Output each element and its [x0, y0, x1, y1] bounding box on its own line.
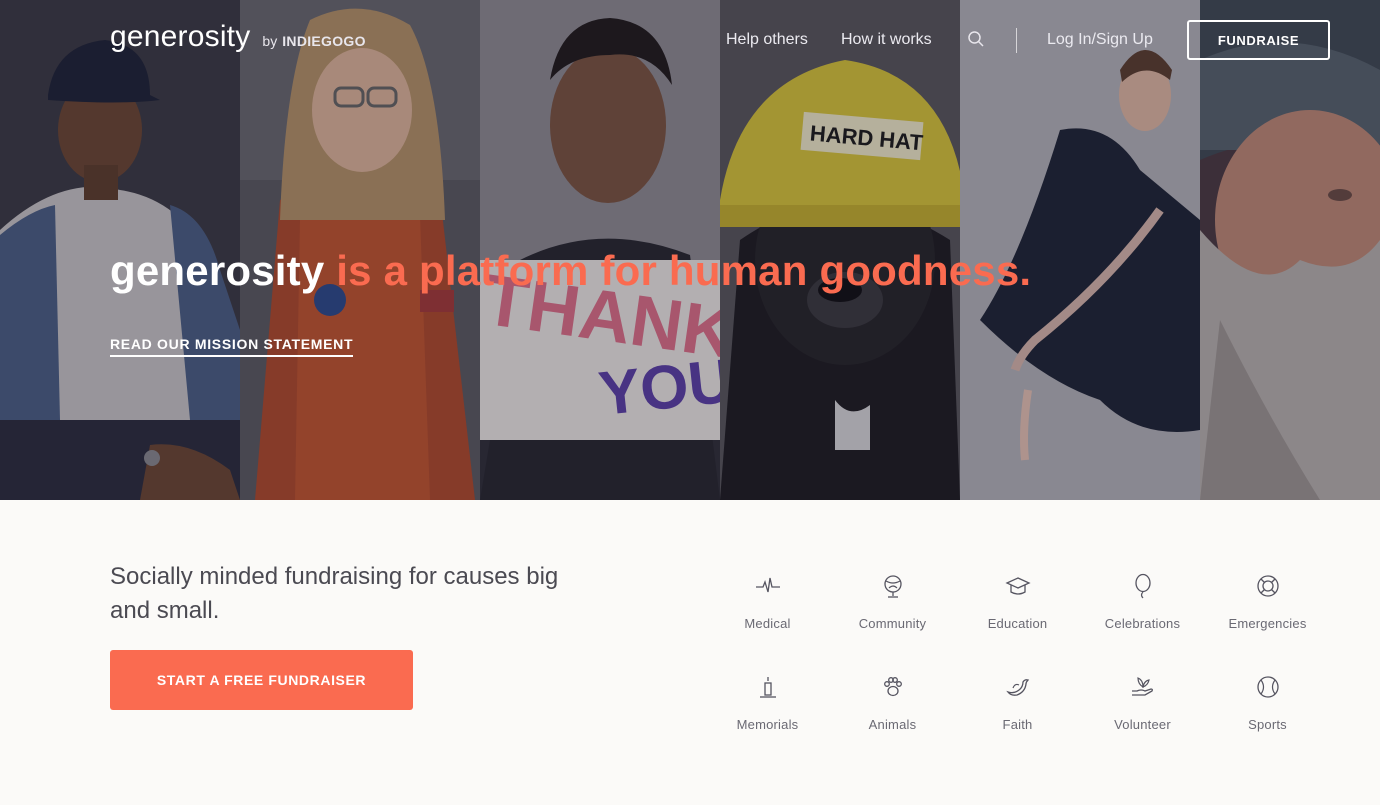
category-celebrations[interactable]: Celebrations [1080, 572, 1205, 673]
category-community[interactable]: Community [830, 572, 955, 673]
graduation-cap-icon [1004, 572, 1032, 600]
category-grid: Medical Community Education Celebrations… [705, 572, 1330, 774]
tagline-text: Socially minded fundraising for causes b… [110, 563, 559, 624]
hero-headline-rest: is a platform for human goodness. [324, 247, 1032, 294]
category-label: Celebrations [1104, 616, 1181, 631]
globe-icon [879, 572, 907, 600]
start-fundraiser-button[interactable]: START A FREE FUNDRAISER [110, 650, 413, 710]
dove-icon [1004, 673, 1032, 701]
category-label: Sports [1248, 717, 1287, 732]
category-memorials[interactable]: Memorials [705, 673, 830, 774]
category-label: Education [987, 616, 1048, 631]
nav-divider [1016, 28, 1017, 53]
fundraise-button[interactable]: FUNDRAISE [1187, 20, 1330, 60]
mission-statement-link[interactable]: READ OUR MISSION STATEMENT [110, 336, 354, 357]
category-education[interactable]: Education [955, 572, 1080, 673]
hero-headline: generosity is a platform for human goodn… [110, 247, 1031, 295]
category-sports[interactable]: Sports [1205, 673, 1330, 774]
hero-section: THANK YOU HARD HAT generosity by INDIEGO… [0, 0, 1380, 500]
sign-text-you: YOU [596, 346, 720, 429]
site-logo[interactable]: generosity by INDIEGOGO [110, 20, 366, 54]
lifebuoy-icon [1254, 572, 1282, 600]
logo-wordmark: generosity [110, 20, 251, 53]
category-emergencies[interactable]: Emergencies [1205, 572, 1330, 673]
category-faith[interactable]: Faith [955, 673, 1080, 774]
category-medical[interactable]: Medical [705, 572, 830, 673]
category-volunteer[interactable]: Volunteer [1080, 673, 1205, 774]
logo-by-text: by [262, 33, 278, 49]
nav-how-it-works-link[interactable]: How it works [841, 31, 932, 49]
top-navigation-bar: generosity by INDIEGOGO Help others How … [0, 0, 1380, 80]
heartbeat-icon [754, 572, 782, 600]
intro-section: Socially minded fundraising for causes b… [0, 500, 1380, 805]
search-icon[interactable] [967, 30, 985, 48]
ball-icon [1254, 673, 1282, 701]
category-label: Animals [868, 717, 917, 732]
balloon-icon [1129, 572, 1157, 600]
logo-brand-text: INDIEGOGO [282, 33, 366, 49]
nav-help-others-link[interactable]: Help others [726, 31, 808, 49]
nav-login-link[interactable]: Log In/Sign Up [1047, 31, 1153, 49]
candle-icon [754, 673, 782, 701]
category-label: Community [858, 616, 927, 631]
helping-hand-icon [1129, 673, 1157, 701]
category-label: Medical [744, 616, 791, 631]
paw-icon [879, 673, 907, 701]
category-label: Volunteer [1114, 717, 1171, 732]
category-label: Faith [1002, 717, 1033, 732]
hero-headline-brand: generosity [110, 247, 325, 294]
category-animals[interactable]: Animals [830, 673, 955, 774]
category-label: Emergencies [1228, 616, 1307, 631]
category-label: Memorials [736, 717, 799, 732]
